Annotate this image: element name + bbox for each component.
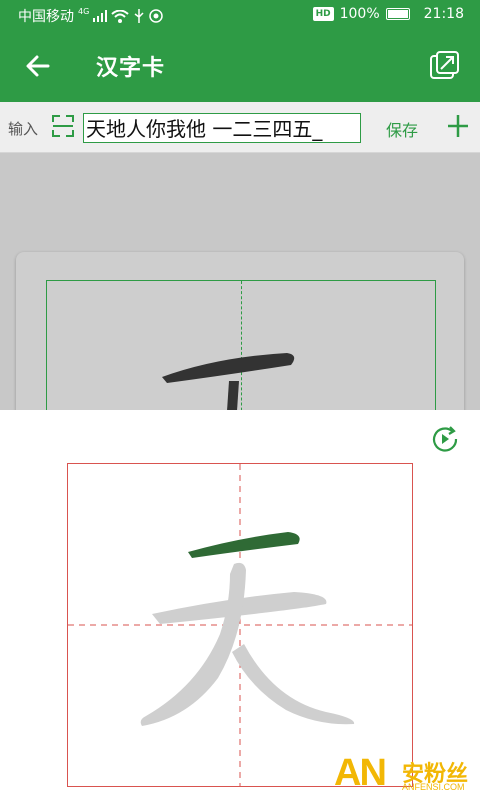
watermark-url: ANFENSI.COM: [402, 782, 465, 792]
save-button[interactable]: 保存: [386, 117, 418, 141]
replay-icon[interactable]: [430, 424, 460, 454]
carrier-label: 中国移动: [18, 9, 74, 25]
stroke-order-character: [140, 532, 355, 726]
hd-badge: HD: [312, 7, 334, 21]
battery-icon: [385, 8, 410, 20]
add-icon[interactable]: [446, 111, 470, 141]
scan-icon[interactable]: [52, 114, 74, 138]
export-icon[interactable]: [428, 50, 460, 82]
input-label: 输入: [8, 120, 39, 138]
app-bar: 汉字卡: [0, 30, 480, 102]
watermark-letters: AN: [334, 752, 387, 794]
network-type: 4G: [78, 6, 90, 16]
back-arrow-icon[interactable]: [22, 50, 54, 82]
usb-icon: [134, 9, 144, 23]
page-title: 汉字卡: [96, 56, 166, 81]
status-bar: 中国移动 4G HD 100% 21:18: [0, 0, 480, 30]
signal-icon: [93, 10, 108, 22]
clock: 21:18: [423, 6, 464, 22]
app-notify-icon: [149, 9, 164, 23]
card-character-strokes: [162, 353, 295, 411]
watermark-logo: AN 安粉丝 ANFENSI.COM: [334, 752, 480, 800]
wifi-icon: [111, 9, 129, 23]
stroke-order-panel: [0, 410, 480, 800]
input-row: 输入 天地人你我他 一二三四五_ 保存: [0, 102, 480, 153]
writing-grid[interactable]: [67, 463, 413, 787]
battery-percent: 100%: [339, 6, 380, 22]
character-input[interactable]: 天地人你我他 一二三四五_: [83, 113, 361, 143]
